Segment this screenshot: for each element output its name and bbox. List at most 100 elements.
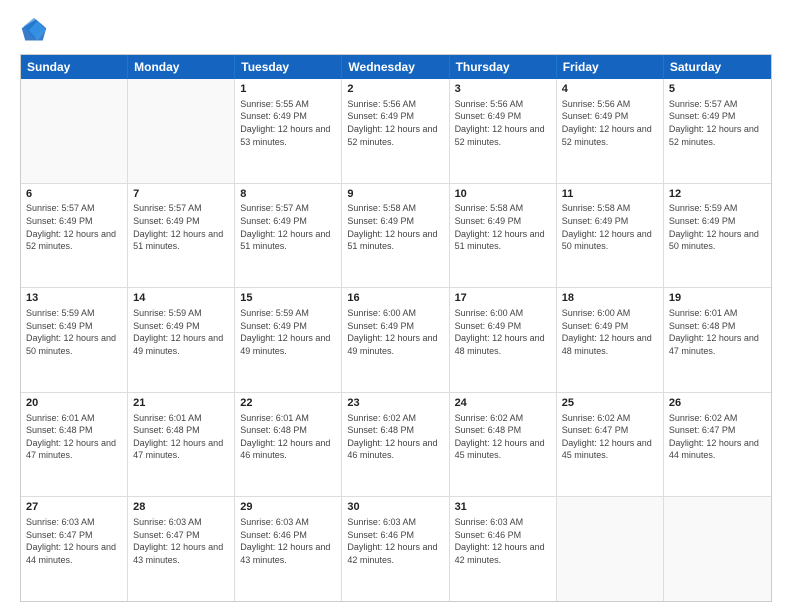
day-number: 29 bbox=[240, 500, 336, 515]
day-number: 9 bbox=[347, 187, 443, 202]
day-number: 7 bbox=[133, 187, 229, 202]
cell-info: Sunrise: 5:59 AM Sunset: 6:49 PM Dayligh… bbox=[669, 202, 766, 252]
day-number: 14 bbox=[133, 291, 229, 306]
calendar-cell: 15Sunrise: 5:59 AM Sunset: 6:49 PM Dayli… bbox=[235, 288, 342, 392]
day-number: 18 bbox=[562, 291, 658, 306]
cell-info: Sunrise: 6:03 AM Sunset: 6:46 PM Dayligh… bbox=[347, 516, 443, 566]
day-number: 2 bbox=[347, 82, 443, 97]
cell-info: Sunrise: 5:58 AM Sunset: 6:49 PM Dayligh… bbox=[562, 202, 658, 252]
cell-info: Sunrise: 5:58 AM Sunset: 6:49 PM Dayligh… bbox=[347, 202, 443, 252]
weekday-header-tuesday: Tuesday bbox=[235, 55, 342, 79]
calendar: SundayMondayTuesdayWednesdayThursdayFrid… bbox=[20, 54, 772, 602]
day-number: 17 bbox=[455, 291, 551, 306]
calendar-body: 1Sunrise: 5:55 AM Sunset: 6:49 PM Daylig… bbox=[21, 79, 771, 601]
cell-info: Sunrise: 6:03 AM Sunset: 6:46 PM Dayligh… bbox=[455, 516, 551, 566]
cell-info: Sunrise: 6:03 AM Sunset: 6:47 PM Dayligh… bbox=[133, 516, 229, 566]
calendar-cell: 30Sunrise: 6:03 AM Sunset: 6:46 PM Dayli… bbox=[342, 497, 449, 601]
calendar-cell: 26Sunrise: 6:02 AM Sunset: 6:47 PM Dayli… bbox=[664, 393, 771, 497]
calendar-week-2: 6Sunrise: 5:57 AM Sunset: 6:49 PM Daylig… bbox=[21, 184, 771, 289]
cell-info: Sunrise: 5:57 AM Sunset: 6:49 PM Dayligh… bbox=[133, 202, 229, 252]
calendar-cell: 31Sunrise: 6:03 AM Sunset: 6:46 PM Dayli… bbox=[450, 497, 557, 601]
calendar-week-1: 1Sunrise: 5:55 AM Sunset: 6:49 PM Daylig… bbox=[21, 79, 771, 184]
cell-info: Sunrise: 5:57 AM Sunset: 6:49 PM Dayligh… bbox=[26, 202, 122, 252]
cell-info: Sunrise: 6:03 AM Sunset: 6:47 PM Dayligh… bbox=[26, 516, 122, 566]
cell-info: Sunrise: 6:03 AM Sunset: 6:46 PM Dayligh… bbox=[240, 516, 336, 566]
calendar-cell: 18Sunrise: 6:00 AM Sunset: 6:49 PM Dayli… bbox=[557, 288, 664, 392]
weekday-header-saturday: Saturday bbox=[664, 55, 771, 79]
day-number: 25 bbox=[562, 396, 658, 411]
cell-info: Sunrise: 5:58 AM Sunset: 6:49 PM Dayligh… bbox=[455, 202, 551, 252]
day-number: 30 bbox=[347, 500, 443, 515]
weekday-header-wednesday: Wednesday bbox=[342, 55, 449, 79]
day-number: 4 bbox=[562, 82, 658, 97]
calendar-cell: 20Sunrise: 6:01 AM Sunset: 6:48 PM Dayli… bbox=[21, 393, 128, 497]
cell-info: Sunrise: 5:56 AM Sunset: 6:49 PM Dayligh… bbox=[347, 98, 443, 148]
calendar-cell bbox=[21, 79, 128, 183]
calendar-header-row: SundayMondayTuesdayWednesdayThursdayFrid… bbox=[21, 55, 771, 79]
calendar-cell: 12Sunrise: 5:59 AM Sunset: 6:49 PM Dayli… bbox=[664, 184, 771, 288]
calendar-cell: 22Sunrise: 6:01 AM Sunset: 6:48 PM Dayli… bbox=[235, 393, 342, 497]
calendar-cell: 1Sunrise: 5:55 AM Sunset: 6:49 PM Daylig… bbox=[235, 79, 342, 183]
calendar-cell: 4Sunrise: 5:56 AM Sunset: 6:49 PM Daylig… bbox=[557, 79, 664, 183]
cell-info: Sunrise: 5:59 AM Sunset: 6:49 PM Dayligh… bbox=[240, 307, 336, 357]
day-number: 27 bbox=[26, 500, 122, 515]
weekday-header-monday: Monday bbox=[128, 55, 235, 79]
calendar-cell: 17Sunrise: 6:00 AM Sunset: 6:49 PM Dayli… bbox=[450, 288, 557, 392]
calendar-cell: 29Sunrise: 6:03 AM Sunset: 6:46 PM Dayli… bbox=[235, 497, 342, 601]
day-number: 24 bbox=[455, 396, 551, 411]
day-number: 5 bbox=[669, 82, 766, 97]
day-number: 3 bbox=[455, 82, 551, 97]
cell-info: Sunrise: 6:01 AM Sunset: 6:48 PM Dayligh… bbox=[26, 412, 122, 462]
cell-info: Sunrise: 6:00 AM Sunset: 6:49 PM Dayligh… bbox=[562, 307, 658, 357]
cell-info: Sunrise: 6:02 AM Sunset: 6:48 PM Dayligh… bbox=[347, 412, 443, 462]
calendar-cell: 2Sunrise: 5:56 AM Sunset: 6:49 PM Daylig… bbox=[342, 79, 449, 183]
calendar-cell: 19Sunrise: 6:01 AM Sunset: 6:48 PM Dayli… bbox=[664, 288, 771, 392]
cell-info: Sunrise: 5:59 AM Sunset: 6:49 PM Dayligh… bbox=[26, 307, 122, 357]
cell-info: Sunrise: 6:01 AM Sunset: 6:48 PM Dayligh… bbox=[240, 412, 336, 462]
calendar-cell: 3Sunrise: 5:56 AM Sunset: 6:49 PM Daylig… bbox=[450, 79, 557, 183]
calendar-cell: 24Sunrise: 6:02 AM Sunset: 6:48 PM Dayli… bbox=[450, 393, 557, 497]
cell-info: Sunrise: 6:02 AM Sunset: 6:47 PM Dayligh… bbox=[562, 412, 658, 462]
calendar-week-5: 27Sunrise: 6:03 AM Sunset: 6:47 PM Dayli… bbox=[21, 497, 771, 601]
day-number: 20 bbox=[26, 396, 122, 411]
cell-info: Sunrise: 6:01 AM Sunset: 6:48 PM Dayligh… bbox=[133, 412, 229, 462]
cell-info: Sunrise: 5:56 AM Sunset: 6:49 PM Dayligh… bbox=[562, 98, 658, 148]
day-number: 22 bbox=[240, 396, 336, 411]
calendar-cell: 6Sunrise: 5:57 AM Sunset: 6:49 PM Daylig… bbox=[21, 184, 128, 288]
day-number: 28 bbox=[133, 500, 229, 515]
day-number: 19 bbox=[669, 291, 766, 306]
calendar-cell: 11Sunrise: 5:58 AM Sunset: 6:49 PM Dayli… bbox=[557, 184, 664, 288]
calendar-week-4: 20Sunrise: 6:01 AM Sunset: 6:48 PM Dayli… bbox=[21, 393, 771, 498]
calendar-cell: 14Sunrise: 5:59 AM Sunset: 6:49 PM Dayli… bbox=[128, 288, 235, 392]
calendar-cell: 27Sunrise: 6:03 AM Sunset: 6:47 PM Dayli… bbox=[21, 497, 128, 601]
calendar-cell: 25Sunrise: 6:02 AM Sunset: 6:47 PM Dayli… bbox=[557, 393, 664, 497]
calendar-week-3: 13Sunrise: 5:59 AM Sunset: 6:49 PM Dayli… bbox=[21, 288, 771, 393]
calendar-cell: 8Sunrise: 5:57 AM Sunset: 6:49 PM Daylig… bbox=[235, 184, 342, 288]
day-number: 21 bbox=[133, 396, 229, 411]
day-number: 1 bbox=[240, 82, 336, 97]
cell-info: Sunrise: 5:57 AM Sunset: 6:49 PM Dayligh… bbox=[240, 202, 336, 252]
weekday-header-thursday: Thursday bbox=[450, 55, 557, 79]
calendar-cell: 23Sunrise: 6:02 AM Sunset: 6:48 PM Dayli… bbox=[342, 393, 449, 497]
day-number: 15 bbox=[240, 291, 336, 306]
weekday-header-friday: Friday bbox=[557, 55, 664, 79]
cell-info: Sunrise: 5:59 AM Sunset: 6:49 PM Dayligh… bbox=[133, 307, 229, 357]
day-number: 26 bbox=[669, 396, 766, 411]
day-number: 16 bbox=[347, 291, 443, 306]
day-number: 23 bbox=[347, 396, 443, 411]
calendar-cell: 10Sunrise: 5:58 AM Sunset: 6:49 PM Dayli… bbox=[450, 184, 557, 288]
calendar-cell: 9Sunrise: 5:58 AM Sunset: 6:49 PM Daylig… bbox=[342, 184, 449, 288]
weekday-header-sunday: Sunday bbox=[21, 55, 128, 79]
cell-info: Sunrise: 6:02 AM Sunset: 6:47 PM Dayligh… bbox=[669, 412, 766, 462]
day-number: 31 bbox=[455, 500, 551, 515]
cell-info: Sunrise: 6:01 AM Sunset: 6:48 PM Dayligh… bbox=[669, 307, 766, 357]
day-number: 12 bbox=[669, 187, 766, 202]
calendar-cell: 5Sunrise: 5:57 AM Sunset: 6:49 PM Daylig… bbox=[664, 79, 771, 183]
day-number: 6 bbox=[26, 187, 122, 202]
header bbox=[20, 16, 772, 44]
calendar-cell: 13Sunrise: 5:59 AM Sunset: 6:49 PM Dayli… bbox=[21, 288, 128, 392]
cell-info: Sunrise: 5:57 AM Sunset: 6:49 PM Dayligh… bbox=[669, 98, 766, 148]
calendar-cell: 16Sunrise: 6:00 AM Sunset: 6:49 PM Dayli… bbox=[342, 288, 449, 392]
cell-info: Sunrise: 5:56 AM Sunset: 6:49 PM Dayligh… bbox=[455, 98, 551, 148]
calendar-cell bbox=[664, 497, 771, 601]
